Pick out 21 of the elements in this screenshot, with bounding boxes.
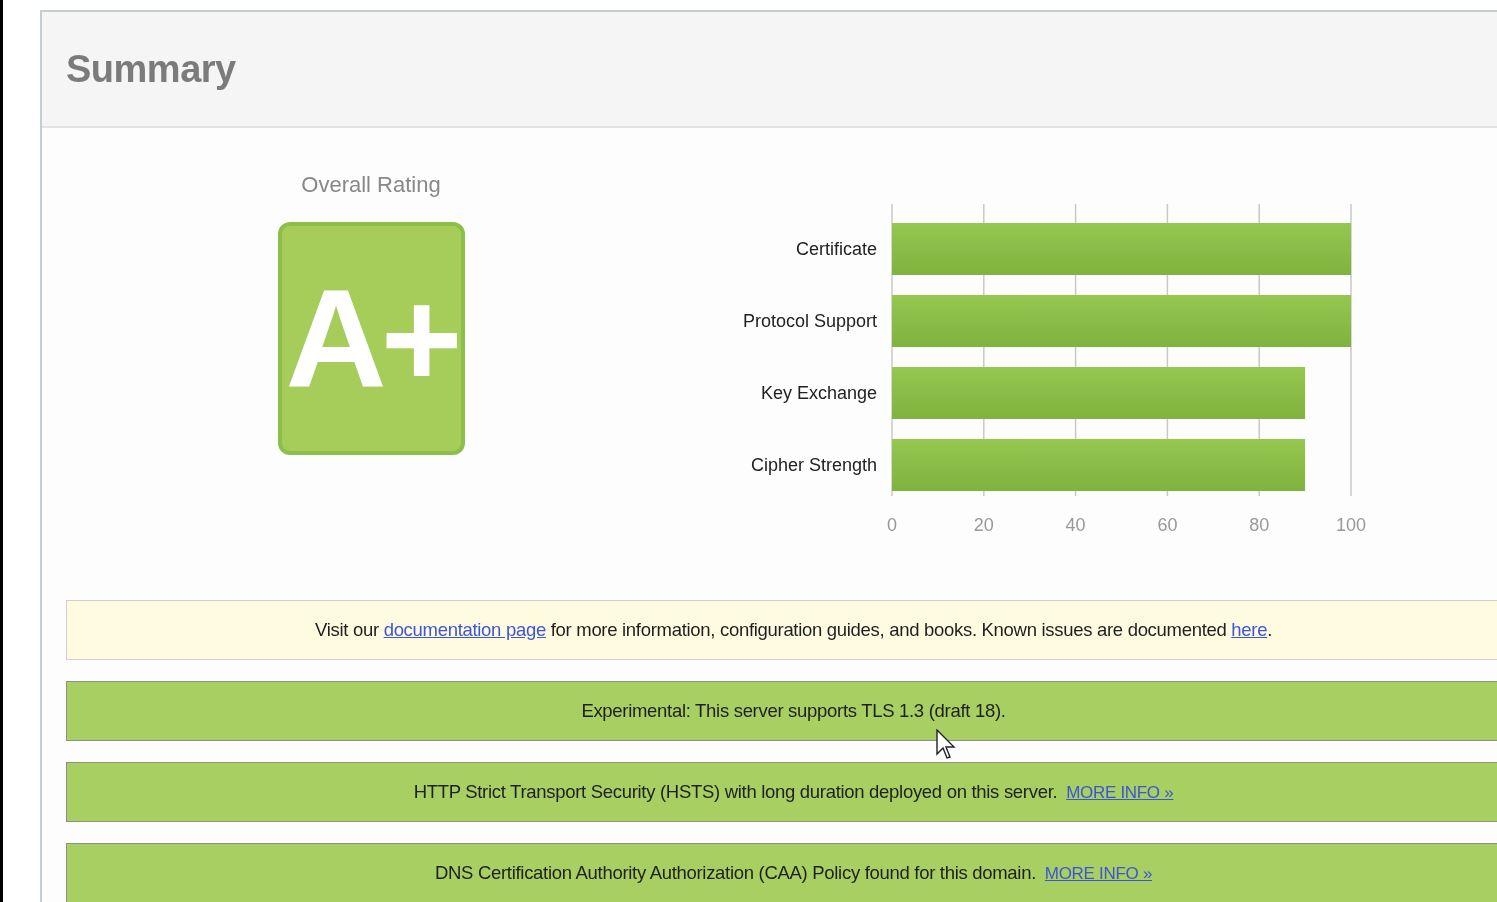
link[interactable]: here [1231,619,1268,640]
axis-tick-label: 100 [1336,515,1366,535]
notice-text: Experimental: This server supports TLS 1.3 (draft 18). [581,700,1006,722]
notice-text: Visit our documentation page for more information, configuration guides, and books. Known issues are documented here. [315,619,1272,641]
link[interactable]: MORE INFO » [1044,864,1153,883]
panel-title: Summary [66,47,236,91]
axis-tick-label: 80 [1249,515,1270,535]
category-label: Protocol Support [742,311,877,331]
axis-tick-label: 0 [887,515,897,535]
category-label: Certificate [795,239,877,259]
category-label: Cipher Strength [750,455,877,475]
rating-label: Overall Rating [301,172,441,198]
axis-tick-label: 40 [1065,515,1086,535]
grade-badge: A+ [277,222,465,455]
notice-text: DNS Certification Authority Authorization (CAA) Policy found for this domain. MORE INFO » [434,862,1153,884]
category-label: Key Exchange [760,383,877,403]
axis-tick-label: 20 [973,515,994,535]
axis-tick-label: 60 [1157,515,1178,535]
link[interactable]: MORE INFO » [1066,783,1174,802]
link[interactable]: documentation page [383,619,546,640]
notice-text: HTTP Strict Transport Security (HSTS) with long duration deployed on this server. MORE INFO » [413,781,1174,803]
